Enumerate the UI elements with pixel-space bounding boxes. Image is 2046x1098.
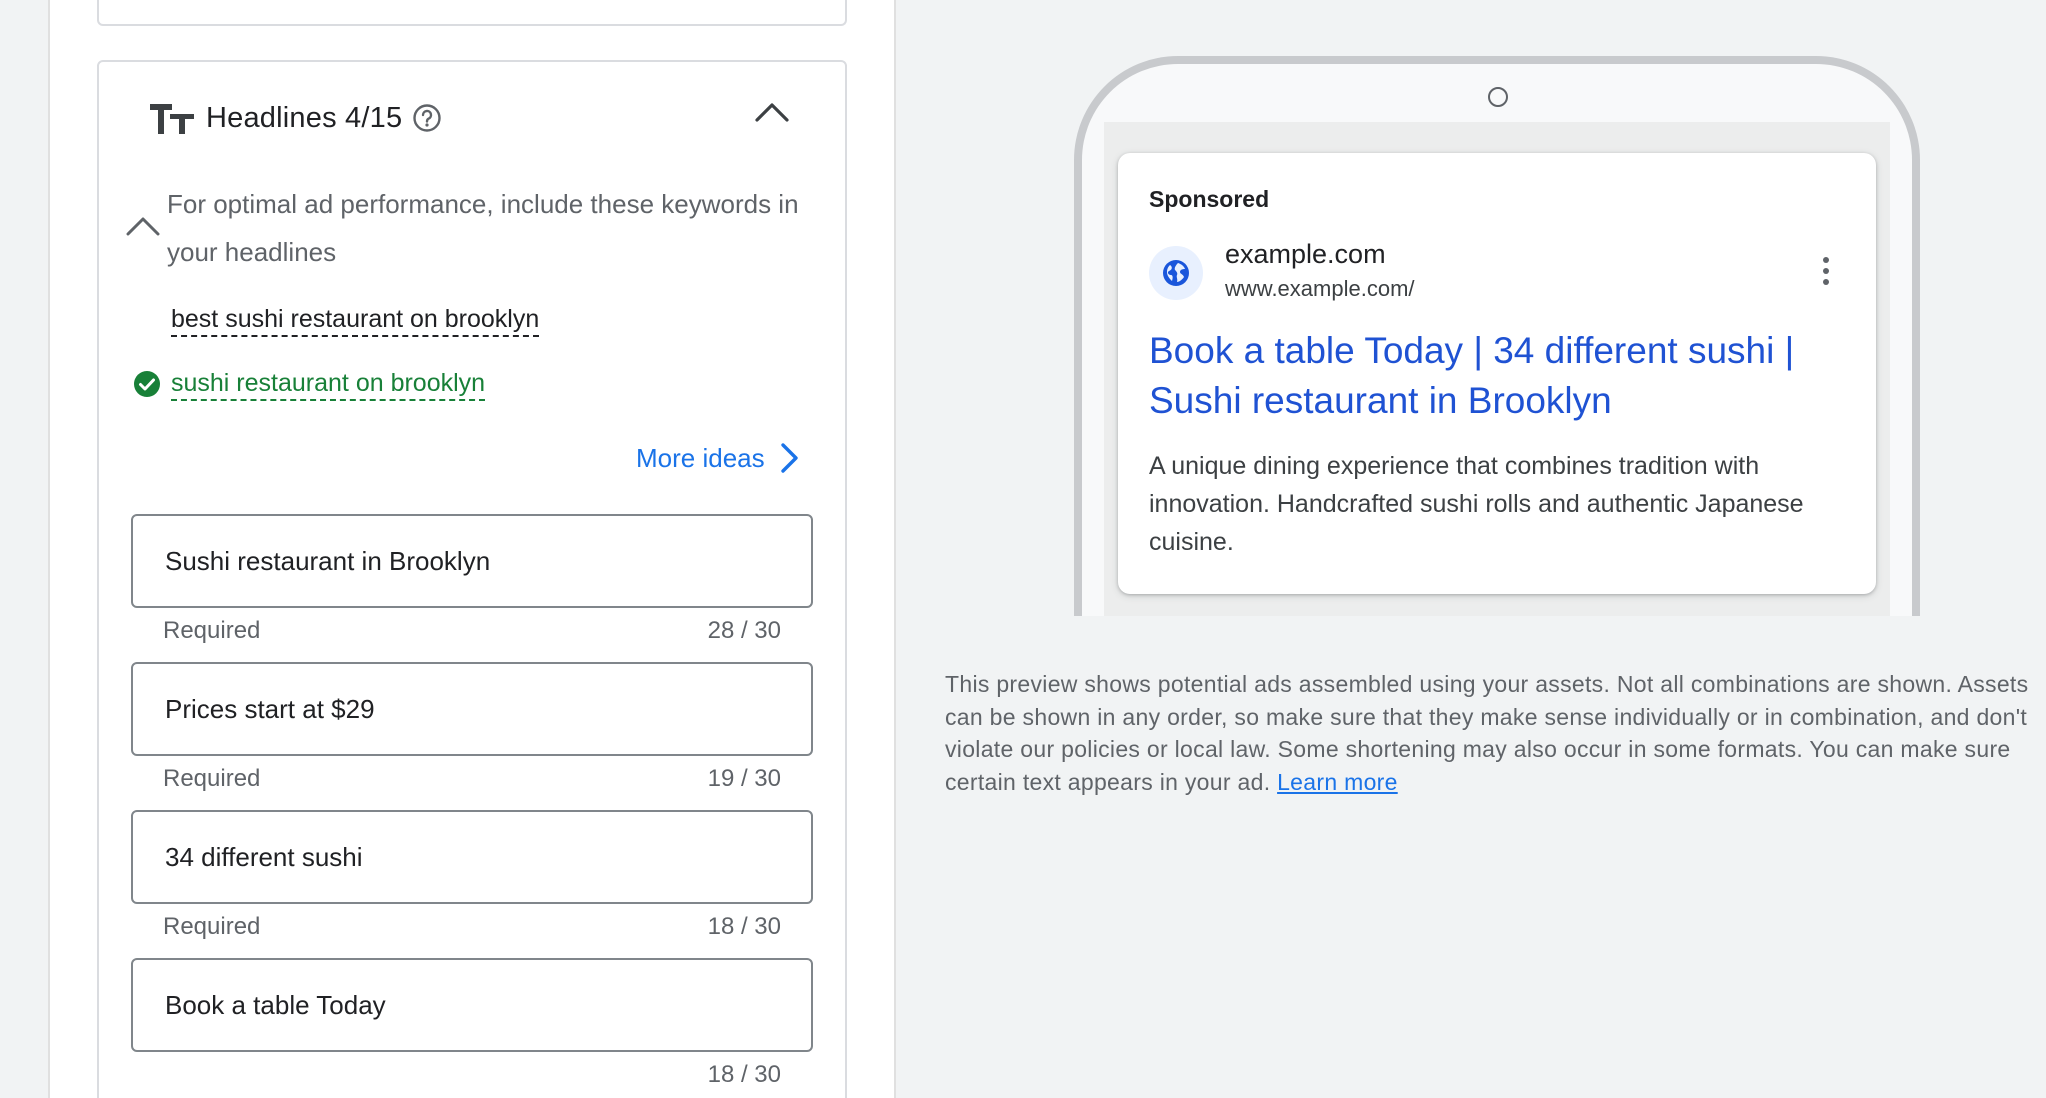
headline-meta-2: Required 19 / 30	[163, 765, 781, 795]
headline-input-3[interactable]: 34 different sushi	[131, 810, 813, 904]
preview-disclaimer: This preview shows potential ads assembl…	[945, 668, 2035, 798]
keyword-suggestion[interactable]: best sushi restaurant on brooklyn	[132, 302, 540, 338]
keyword-suggestion-included[interactable]: sushi restaurant on brooklyn	[132, 366, 486, 402]
headlines-title: Headlines 4/15	[206, 101, 403, 134]
headline-input-2[interactable]: Prices start at $29	[131, 662, 813, 756]
ad-site-name: example.com	[1225, 239, 1386, 269]
keyword-hint-toggle[interactable]	[124, 212, 162, 238]
headline-input-4[interactable]: Book a table Today	[131, 958, 813, 1052]
text-format-icon	[150, 104, 194, 134]
collapse-headlines-button[interactable]	[752, 96, 792, 126]
ad-description: A unique dining experience that combines…	[1149, 452, 1804, 556]
character-count: 18 / 30	[707, 1061, 781, 1088]
chevron-right-icon	[780, 443, 798, 473]
check-circle-icon	[134, 371, 160, 397]
required-label: Required	[163, 617, 261, 644]
chevron-up-icon	[755, 103, 789, 122]
keyword-text: sushi restaurant on brooklyn	[171, 368, 486, 401]
ad-headline[interactable]: Book a table Today | 34 different sushi …	[1149, 326, 1849, 426]
ad-display-url: www.example.com/	[1225, 276, 1415, 301]
required-label: Required	[163, 765, 261, 792]
more-vert-icon	[1823, 257, 1829, 285]
more-ideas-button[interactable]: More ideas	[636, 440, 803, 476]
more-options-button[interactable]	[1815, 254, 1837, 288]
keyword-text: best sushi restaurant on brooklyn	[171, 304, 540, 337]
sponsored-label: Sponsored	[1149, 186, 1270, 212]
headline-input-1[interactable]: Sushi restaurant in Brooklyn	[131, 514, 813, 608]
chevron-up-icon	[126, 217, 160, 236]
headline-meta-1: Required 28 / 30	[163, 617, 781, 647]
keyword-hint-text: For optimal ad performance, include thes…	[167, 189, 799, 267]
more-ideas-label: More ideas	[636, 442, 765, 473]
disclaimer-text: This preview shows potential ads assembl…	[945, 671, 2029, 795]
globe-icon	[1163, 260, 1189, 286]
required-label: Required	[163, 913, 261, 940]
character-count: 18 / 30	[707, 913, 781, 940]
headline-meta-4: 18 / 30	[163, 1061, 781, 1091]
character-count: 28 / 30	[707, 617, 781, 644]
phone-camera	[1488, 87, 1508, 107]
previous-section-card	[97, 0, 847, 26]
headlines-header: Headlines 4/15	[150, 98, 442, 138]
headline-meta-3: Required 18 / 30	[163, 913, 781, 943]
help-icon[interactable]	[412, 103, 442, 133]
site-favicon	[1149, 246, 1203, 300]
character-count: 19 / 30	[707, 765, 781, 792]
learn-more-link[interactable]: Learn more	[1277, 769, 1398, 795]
